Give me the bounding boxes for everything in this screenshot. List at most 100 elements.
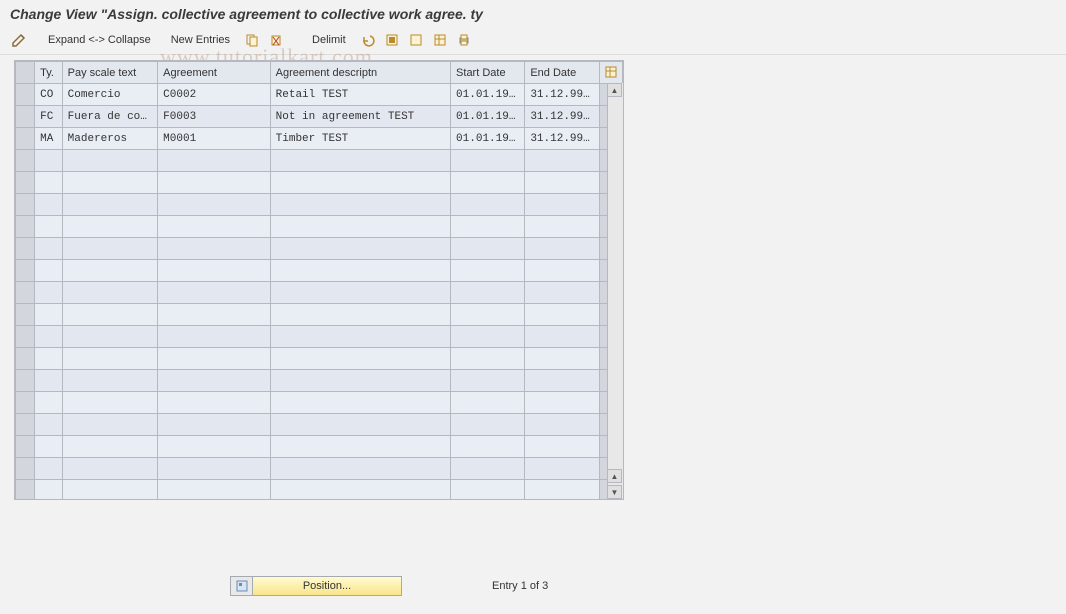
cell-empty[interactable] bbox=[62, 370, 158, 392]
cell-empty[interactable] bbox=[270, 414, 450, 436]
row-selector[interactable] bbox=[16, 216, 35, 238]
cell-empty[interactable] bbox=[35, 260, 63, 282]
cell-agreement[interactable]: C0002 bbox=[158, 84, 270, 106]
cell-empty[interactable] bbox=[62, 414, 158, 436]
data-table[interactable]: Ty. Pay scale text Agreement Agreement d… bbox=[15, 61, 623, 499]
cell-empty[interactable] bbox=[270, 150, 450, 172]
cell-empty[interactable] bbox=[525, 458, 599, 480]
cell-empty[interactable] bbox=[270, 304, 450, 326]
cell-empty[interactable] bbox=[270, 436, 450, 458]
cell-empty[interactable] bbox=[525, 216, 599, 238]
row-selector[interactable] bbox=[16, 414, 35, 436]
cell-empty[interactable] bbox=[62, 436, 158, 458]
col-header-ty[interactable]: Ty. bbox=[35, 62, 63, 84]
cell-empty[interactable] bbox=[158, 392, 270, 414]
cell-empty[interactable] bbox=[35, 392, 63, 414]
cell-agreement[interactable]: F0003 bbox=[158, 106, 270, 128]
cell-empty[interactable] bbox=[451, 370, 525, 392]
cell-empty[interactable] bbox=[525, 370, 599, 392]
cell-empty[interactable] bbox=[62, 326, 158, 348]
expand-collapse-button[interactable]: Expand <-> Collapse bbox=[40, 31, 159, 49]
select-all-icon[interactable] bbox=[382, 30, 402, 50]
cell-empty[interactable] bbox=[158, 348, 270, 370]
row-selector[interactable] bbox=[16, 304, 35, 326]
row-selector[interactable] bbox=[16, 84, 35, 106]
cell-empty[interactable] bbox=[270, 392, 450, 414]
row-selector[interactable] bbox=[16, 326, 35, 348]
table-row[interactable] bbox=[16, 348, 623, 370]
cell-empty[interactable] bbox=[158, 414, 270, 436]
cell-empty[interactable] bbox=[270, 238, 450, 260]
cell-empty[interactable] bbox=[451, 304, 525, 326]
cell-empty[interactable] bbox=[35, 238, 63, 260]
row-selector[interactable] bbox=[16, 150, 35, 172]
cell-empty[interactable] bbox=[451, 480, 525, 500]
cell-empty[interactable] bbox=[158, 436, 270, 458]
row-selector[interactable] bbox=[16, 348, 35, 370]
cell-empty[interactable] bbox=[451, 414, 525, 436]
undo-icon[interactable] bbox=[358, 30, 378, 50]
table-configure-button[interactable] bbox=[599, 62, 622, 84]
cell-empty[interactable] bbox=[62, 480, 158, 500]
cell-ty[interactable]: MA bbox=[35, 128, 63, 150]
cell-empty[interactable] bbox=[158, 370, 270, 392]
cell-empty[interactable] bbox=[451, 392, 525, 414]
col-header-agreement[interactable]: Agreement bbox=[158, 62, 270, 84]
cell-empty[interactable] bbox=[525, 260, 599, 282]
cell-empty[interactable] bbox=[525, 480, 599, 500]
cell-empty[interactable] bbox=[35, 216, 63, 238]
cell-empty[interactable] bbox=[158, 304, 270, 326]
row-selector[interactable] bbox=[16, 172, 35, 194]
scroll-down-icon[interactable]: ▼ bbox=[607, 485, 622, 499]
row-selector-header[interactable] bbox=[16, 62, 35, 84]
cell-empty[interactable] bbox=[270, 282, 450, 304]
row-selector[interactable] bbox=[16, 370, 35, 392]
cell-empty[interactable] bbox=[35, 370, 63, 392]
table-row[interactable] bbox=[16, 304, 623, 326]
cell-empty[interactable] bbox=[62, 348, 158, 370]
cell-empty[interactable] bbox=[270, 326, 450, 348]
table-row[interactable]: COComercioC0002Retail TEST01.01.199031.1… bbox=[16, 84, 623, 106]
table-row[interactable] bbox=[16, 392, 623, 414]
row-selector[interactable] bbox=[16, 260, 35, 282]
cell-empty[interactable] bbox=[158, 480, 270, 500]
col-header-pay-scale-text[interactable]: Pay scale text bbox=[62, 62, 158, 84]
cell-empty[interactable] bbox=[35, 172, 63, 194]
cell-empty[interactable] bbox=[270, 480, 450, 500]
table-row[interactable] bbox=[16, 282, 623, 304]
cell-empty[interactable] bbox=[158, 260, 270, 282]
cell-empty[interactable] bbox=[62, 194, 158, 216]
cell-empty[interactable] bbox=[35, 150, 63, 172]
cell-empty[interactable] bbox=[158, 216, 270, 238]
table-row[interactable] bbox=[16, 326, 623, 348]
cell-empty[interactable] bbox=[158, 194, 270, 216]
cell-empty[interactable] bbox=[270, 172, 450, 194]
table-row[interactable]: MAMadererosM0001Timber TEST01.01.199031.… bbox=[16, 128, 623, 150]
cell-empty[interactable] bbox=[525, 414, 599, 436]
cell-empty[interactable] bbox=[270, 458, 450, 480]
cell-empty[interactable] bbox=[451, 216, 525, 238]
cell-empty[interactable] bbox=[525, 150, 599, 172]
position-icon[interactable] bbox=[230, 576, 252, 596]
cell-empty[interactable] bbox=[35, 436, 63, 458]
row-selector[interactable] bbox=[16, 436, 35, 458]
cell-empty[interactable] bbox=[62, 282, 158, 304]
col-header-agreement-descr[interactable]: Agreement descriptn bbox=[270, 62, 450, 84]
cell-empty[interactable] bbox=[451, 458, 525, 480]
col-header-start-date[interactable]: Start Date bbox=[451, 62, 525, 84]
cell-empty[interactable] bbox=[270, 194, 450, 216]
cell-empty[interactable] bbox=[158, 326, 270, 348]
cell-agreement-descr[interactable]: Timber TEST bbox=[270, 128, 450, 150]
cell-pay-scale-text[interactable]: Fuera de conv… bbox=[62, 106, 158, 128]
print-icon[interactable] bbox=[454, 30, 474, 50]
row-selector[interactable] bbox=[16, 392, 35, 414]
table-row[interactable] bbox=[16, 414, 623, 436]
col-header-end-date[interactable]: End Date bbox=[525, 62, 599, 84]
row-selector[interactable] bbox=[16, 282, 35, 304]
cell-empty[interactable] bbox=[35, 480, 63, 500]
cell-pay-scale-text[interactable]: Madereros bbox=[62, 128, 158, 150]
cell-start-date[interactable]: 01.01.1990 bbox=[451, 106, 525, 128]
scroll-up2-icon[interactable]: ▲ bbox=[607, 469, 622, 483]
delimit-button[interactable]: Delimit bbox=[304, 31, 354, 49]
cell-empty[interactable] bbox=[270, 370, 450, 392]
